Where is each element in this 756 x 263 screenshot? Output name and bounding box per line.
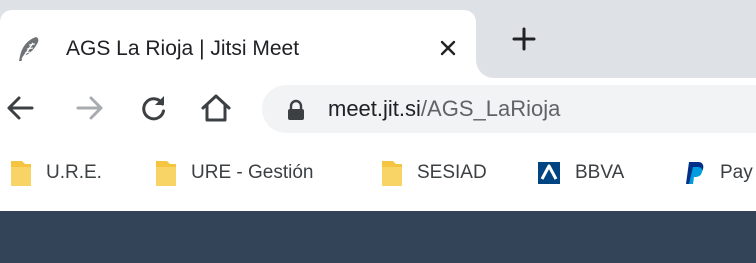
reload-button[interactable] [134, 88, 174, 128]
arrow-right-icon [76, 96, 103, 120]
url-text[interactable]: meet.jit.si/AGS_LaRioja [328, 96, 560, 122]
folder-icon [382, 161, 402, 186]
bookmark-ure[interactable]: U.R.E. [10, 158, 102, 188]
arrow-left-icon [7, 96, 34, 120]
forward-button[interactable] [70, 88, 110, 128]
bookmark-label: U.R.E. [46, 162, 102, 183]
home-button[interactable] [196, 88, 236, 128]
close-icon[interactable] [432, 32, 464, 64]
bookmark-label: Pay [720, 162, 753, 183]
bbva-icon [538, 162, 560, 184]
back-button[interactable] [0, 88, 40, 128]
bookmarks-bar: U.R.E. URE - Gestión SESIAD BBVA Pay [0, 140, 756, 206]
url-path: /AGS_LaRioja [420, 96, 561, 121]
address-bar[interactable]: meet.jit.si/AGS_LaRioja [262, 85, 756, 133]
bookmark-bbva[interactable]: BBVA [537, 158, 624, 188]
bookmark-label: URE - Gestión [191, 162, 314, 183]
plus-icon [512, 27, 536, 51]
bookmark-ure-gestion[interactable]: URE - Gestión [155, 158, 313, 188]
tab-edge [476, 60, 494, 78]
new-tab-button[interactable] [505, 20, 543, 58]
bookmark-label: BBVA [575, 162, 625, 183]
reload-icon [142, 96, 165, 121]
bookmark-sesiad[interactable]: SESIAD [381, 158, 487, 188]
folder-icon [156, 161, 176, 186]
feather-icon [19, 37, 39, 61]
home-icon [201, 94, 231, 122]
bookmark-label: SESIAD [417, 162, 487, 183]
browser-toolbar: meet.jit.si/AGS_LaRioja [0, 78, 756, 140]
paypal-icon [686, 162, 704, 184]
url-host: meet.jit.si [328, 96, 421, 121]
lock-icon[interactable] [286, 99, 306, 121]
bookmark-paypal[interactable]: Pay [684, 158, 753, 188]
tab-title: AGS La Rioja | Jitsi Meet [66, 37, 300, 60]
folder-icon [11, 161, 31, 186]
tab-strip: AGS La Rioja | Jitsi Meet [0, 0, 756, 78]
page-header [0, 211, 756, 263]
active-tab[interactable]: AGS La Rioja | Jitsi Meet [0, 10, 476, 78]
